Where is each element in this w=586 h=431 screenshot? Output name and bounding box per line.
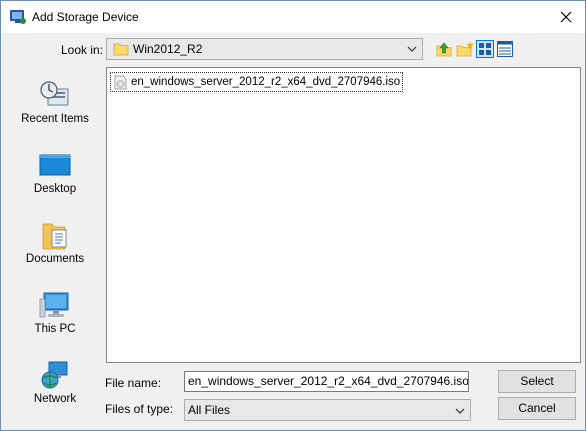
- details-view-icon[interactable]: [496, 40, 514, 58]
- folder-icon: [113, 43, 129, 56]
- file-name: en_windows_server_2012_r2_x64_dvd_270794…: [131, 76, 401, 88]
- chevron-down-icon: [455, 408, 465, 414]
- place-label: Desktop: [33, 183, 77, 195]
- close-icon: [560, 11, 572, 23]
- list-view-icon[interactable]: [476, 40, 494, 58]
- place-label: Recent Items: [21, 113, 89, 125]
- network-icon: [41, 361, 68, 389]
- place-desktop[interactable]: Desktop: [11, 149, 99, 209]
- look-in-value: Win2012_R2: [133, 42, 203, 56]
- place-this-pc[interactable]: This PC: [11, 289, 99, 349]
- up-folder-icon[interactable]: [435, 40, 453, 58]
- file-item[interactable]: en_windows_server_2012_r2_x64_dvd_270794…: [110, 72, 404, 92]
- file-name-label: File name:: [105, 376, 162, 390]
- documents-icon: [42, 223, 67, 250]
- this-pc-icon: [39, 292, 69, 318]
- close-button[interactable]: [547, 1, 585, 33]
- files-of-type-label: Files of type:: [105, 402, 174, 416]
- chevron-down-icon: [407, 46, 417, 52]
- window-title: Add Storage Device: [32, 10, 139, 24]
- recent-items-icon: [40, 81, 69, 106]
- place-recent-items[interactable]: Recent Items: [11, 79, 99, 139]
- cancel-button[interactable]: Cancel: [498, 397, 576, 420]
- select-button[interactable]: Select: [498, 370, 576, 393]
- desktop-icon: [39, 154, 71, 176]
- places-bar: Recent Items Desktop Documents This PC N…: [11, 67, 99, 427]
- title-bar[interactable]: Add Storage Device: [1, 1, 585, 33]
- files-of-type-value: All Files: [188, 403, 231, 417]
- place-label: Network: [33, 393, 77, 405]
- look-in-label: Look in:: [61, 43, 104, 57]
- add-storage-device-dialog: Add Storage Device Look in: Win2012_R2 R…: [0, 0, 586, 431]
- place-label: Documents: [25, 253, 85, 265]
- file-list[interactable]: en_windows_server_2012_r2_x64_dvd_270794…: [106, 67, 581, 363]
- look-in-dropdown[interactable]: Win2012_R2: [106, 38, 423, 60]
- place-network[interactable]: Network: [11, 359, 99, 419]
- files-of-type-dropdown[interactable]: All Files: [184, 399, 471, 421]
- app-icon: [10, 10, 26, 24]
- new-folder-icon[interactable]: [456, 40, 474, 58]
- place-label: This PC: [34, 323, 76, 335]
- place-documents[interactable]: Documents: [11, 219, 99, 279]
- file-name-input[interactable]: en_windows_server_2012_r2_x64_dvd_270794…: [184, 371, 469, 392]
- iso-file-icon: [114, 75, 127, 90]
